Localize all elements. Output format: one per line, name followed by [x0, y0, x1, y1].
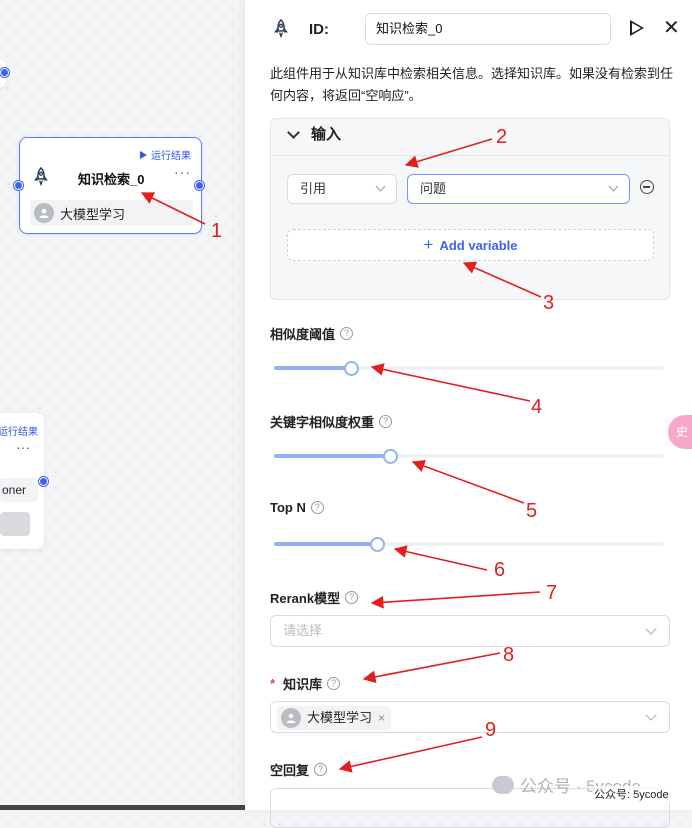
remove-tag-icon[interactable]: × — [378, 703, 385, 733]
keyword-weight-slider[interactable] — [274, 449, 664, 464]
rocket-icon — [34, 166, 48, 187]
reference-select[interactable]: 引用 — [287, 174, 397, 204]
similarity-threshold-text: 相似度阈值 — [270, 327, 336, 342]
rerank-text: Rerank模型 — [270, 591, 341, 606]
plus-icon: + — [423, 235, 434, 254]
chevron-down-icon — [645, 623, 657, 635]
knowledge-base-label: * 知识库 ? — [270, 674, 341, 693]
empty-reply-text: 空回复 — [270, 763, 310, 778]
rerank-label: Rerank模型 ? — [270, 588, 359, 607]
side-pill[interactable]: 史 — [668, 415, 692, 449]
wechat-icon — [492, 775, 514, 794]
knowledge-base-tag: 大模型学习 × — [277, 703, 392, 733]
knowledge-base-text: 知识库 — [283, 677, 323, 692]
add-variable-label: Add variable — [439, 238, 518, 253]
variable-select-value: 问题 — [420, 181, 447, 196]
node-field: oner — [0, 478, 38, 502]
slider-fill — [274, 366, 351, 370]
input-section: 输入 引用 问题 + Add variable — [270, 118, 670, 300]
component-description: 此组件用于从知识库中检索相关信息。选择知识库。如果没有检索到任何内容，将返回“空… — [270, 66, 674, 103]
more-icon[interactable]: ··· — [16, 439, 30, 455]
play-icon[interactable] — [630, 20, 644, 36]
run-result-label[interactable]: 运行结果 — [0, 423, 38, 438]
node-title: 知识检索_0 — [78, 172, 145, 187]
run-result-button[interactable]: 运行结果 — [140, 147, 191, 162]
top-n-text: Top N — [270, 500, 306, 515]
workflow-canvas[interactable]: 运行结果 知识检索_0 ··· 大模型学习 运行结果 ··· oner — [0, 0, 245, 810]
slider-handle[interactable] — [370, 537, 385, 552]
generate-node[interactable]: 运行结果 ··· oner — [0, 413, 48, 549]
similarity-threshold-label: 相似度阈值 ? — [270, 324, 354, 343]
panel-header: ID: 知识检索_0 ✕ — [245, 0, 692, 60]
config-panel: ID: 知识检索_0 ✕ 此组件用于从知识库中检索相关信息。选择知识库。如果没有… — [245, 0, 692, 828]
help-icon[interactable]: ? — [314, 763, 328, 776]
variable-select[interactable]: 问题 — [407, 174, 630, 204]
retrieval-node[interactable]: 运行结果 知识检索_0 ··· 大模型学习 — [14, 137, 204, 234]
chevron-down-icon — [608, 181, 619, 192]
similarity-threshold-slider[interactable] — [274, 361, 664, 376]
input-title: 输入 — [311, 126, 342, 143]
required-mark: * — [270, 676, 276, 691]
reference-select-value: 引用 — [300, 181, 327, 196]
partial-node-top[interactable] — [0, 58, 9, 88]
rocket-icon — [274, 18, 288, 39]
knowledge-base-select[interactable]: 大模型学习 × — [270, 701, 670, 733]
chevron-down-icon — [375, 181, 386, 192]
node-kb-label: 大模型学习 — [60, 206, 126, 222]
help-icon[interactable]: ? — [310, 501, 324, 514]
minus-circle-icon[interactable] — [640, 180, 654, 194]
node-id-input[interactable]: 知识检索_0 — [365, 13, 611, 45]
avatar-icon — [281, 708, 301, 728]
add-variable-button[interactable]: + Add variable — [287, 229, 654, 261]
input-section-header[interactable]: 输入 — [271, 119, 669, 156]
chevron-down-icon — [645, 709, 657, 721]
keyword-weight-text: 关键字相似度权重 — [270, 415, 375, 430]
node-knowledge-base: 大模型学习 — [30, 200, 193, 226]
top-n-slider[interactable] — [274, 537, 664, 552]
empty-reply-label: 空回复 ? — [270, 760, 328, 779]
run-result-label: 运行结果 — [151, 151, 191, 162]
help-icon[interactable]: ? — [379, 415, 393, 428]
more-icon[interactable]: ··· — [174, 164, 191, 180]
id-label: ID: — [309, 21, 329, 38]
rerank-select[interactable]: 请选择 — [270, 615, 670, 647]
chevron-down-icon — [287, 126, 300, 139]
output-port[interactable] — [39, 477, 48, 486]
rerank-placeholder: 请选择 — [283, 623, 323, 638]
node-port[interactable] — [0, 68, 9, 77]
slider-handle[interactable] — [383, 449, 398, 464]
help-icon[interactable]: ? — [340, 327, 354, 340]
slider-fill — [274, 542, 377, 546]
play-icon — [140, 150, 147, 159]
node-field-empty — [0, 512, 30, 536]
output-port[interactable] — [195, 181, 204, 190]
help-icon[interactable]: ? — [327, 677, 341, 690]
knowledge-base-tag-label: 大模型学习 — [307, 710, 373, 725]
input-port[interactable] — [14, 181, 23, 190]
help-icon[interactable]: ? — [345, 591, 359, 604]
avatar-icon — [34, 203, 54, 223]
top-n-label: Top N ? — [270, 500, 324, 515]
close-icon[interactable]: ✕ — [663, 16, 680, 40]
watermark-bottom: 公众号: 5ycode — [592, 786, 671, 802]
bottom-bar — [0, 805, 245, 810]
slider-fill — [274, 454, 390, 458]
slider-handle[interactable] — [344, 361, 359, 376]
keyword-weight-label: 关键字相似度权重 ? — [270, 412, 393, 431]
